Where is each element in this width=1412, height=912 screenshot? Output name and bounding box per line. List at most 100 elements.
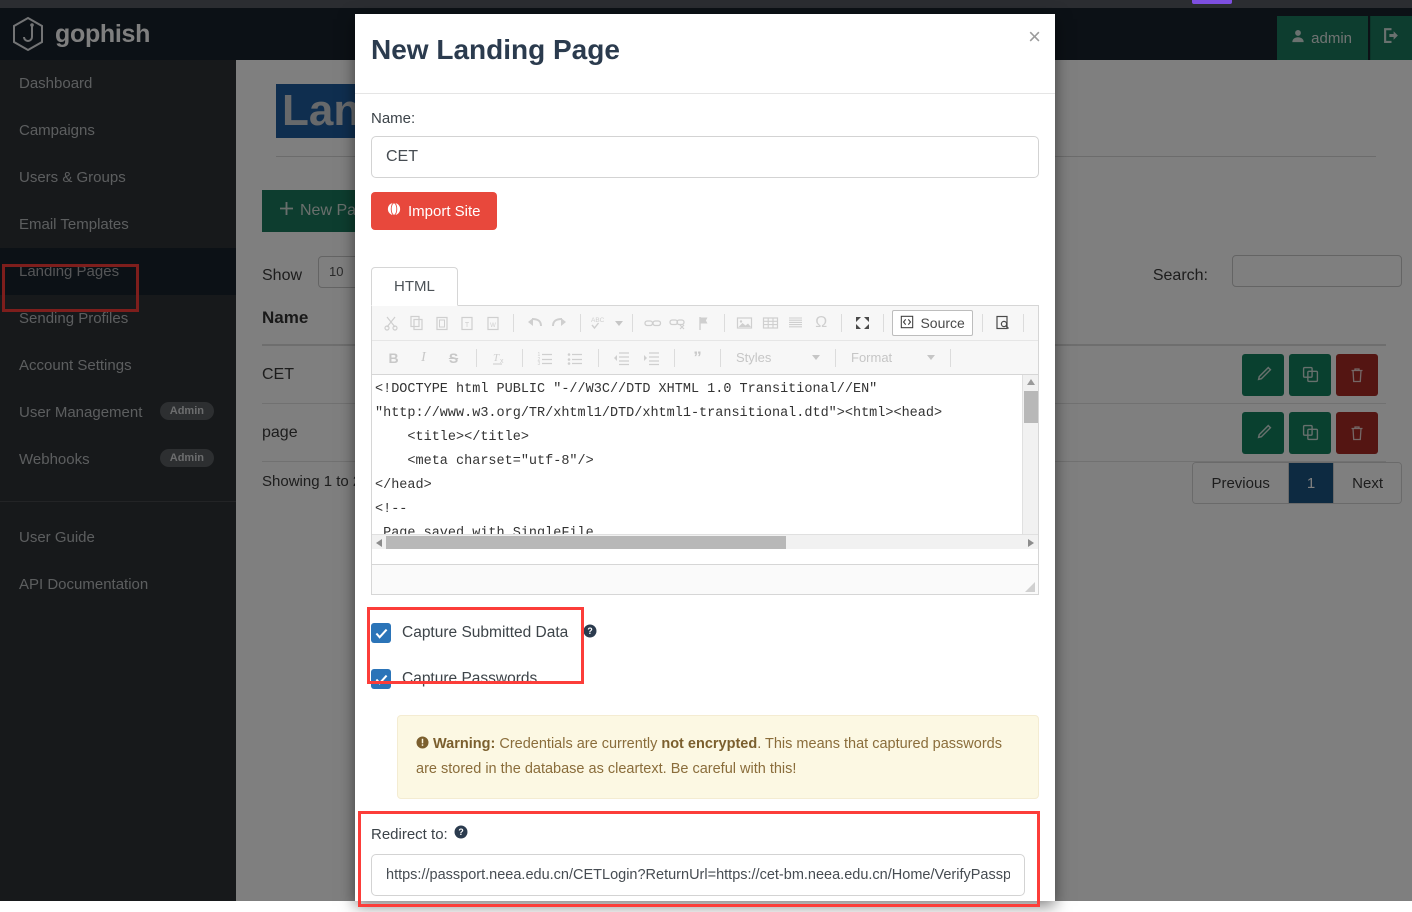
toolbar-row-2: B I S Tx 123 ” Styles Format — [372, 340, 1038, 374]
editor-tab-strip: HTML — [371, 266, 1039, 306]
paste-icon[interactable] — [431, 310, 453, 336]
toolbar-separator — [841, 314, 843, 332]
horizontal-scrollbar[interactable] — [372, 534, 1038, 549]
blockquote-icon[interactable]: ” — [684, 345, 711, 371]
resize-handle-icon[interactable] — [1023, 580, 1036, 593]
toolbar-row-1: T W ABC Ω Source — [372, 306, 1038, 340]
warning-text-part1: Credentials are currently — [495, 736, 662, 752]
warning-emphasis: not encrypted — [661, 736, 758, 752]
editor-toolbar: T W ABC Ω Source B I S T x 1 2 3 ” Style… — [371, 305, 1039, 375]
question-circle-icon[interactable]: ? — [454, 825, 468, 843]
toolbar-separator — [882, 314, 884, 332]
capture-options: Capture Submitted Data ? Capture Passwor… — [367, 607, 1039, 695]
styles-dropdown[interactable]: Styles — [730, 346, 826, 370]
paste-text-icon[interactable]: T — [456, 310, 478, 336]
toolbar-separator — [522, 348, 523, 367]
unlink-icon[interactable] — [667, 310, 689, 336]
horizontal-scroll-thumb[interactable] — [386, 536, 786, 549]
capture-submitted-data-row[interactable]: Capture Submitted Data ? — [371, 617, 1039, 649]
html-editor: HTML T W ABC Ω Source B I S T x 1 2 3 ” … — [371, 266, 1039, 595]
editor-footer — [371, 565, 1039, 595]
modal-header: New Landing Page × — [355, 14, 1055, 94]
svg-text:T: T — [465, 322, 470, 329]
redo-icon[interactable] — [548, 310, 570, 336]
import-site-button-label: Import Site — [408, 202, 481, 220]
toolbar-separator — [598, 348, 599, 367]
chevron-down-icon — [927, 355, 935, 360]
undo-icon[interactable] — [523, 310, 545, 336]
vertical-scrollbar[interactable] — [1022, 375, 1038, 549]
vertical-scroll-thumb[interactable] — [1024, 391, 1038, 423]
source-button-label: Source — [920, 315, 965, 331]
preview-icon[interactable] — [992, 310, 1014, 336]
svg-text:?: ? — [588, 626, 593, 636]
svg-text:W: W — [490, 323, 496, 329]
new-landing-page-modal: New Landing Page × Name: Import Site HTM… — [355, 14, 1055, 907]
outdent-icon[interactable] — [608, 345, 635, 371]
warning-prefix: Warning: — [433, 736, 496, 752]
close-icon[interactable]: × — [1028, 26, 1041, 48]
import-site-button[interactable]: Import Site — [371, 192, 497, 230]
special-char-icon[interactable]: Ω — [810, 310, 832, 336]
svg-text:?: ? — [458, 827, 463, 837]
scroll-right-icon[interactable] — [1028, 539, 1034, 547]
styles-dropdown-label: Styles — [736, 350, 772, 365]
toolbar-separator — [476, 348, 477, 367]
toolbar-separator — [513, 314, 514, 332]
toolbar-separator — [1023, 314, 1024, 332]
toolbar-separator — [674, 348, 675, 367]
capture-passwords-row[interactable]: Capture Passwords — [371, 663, 1039, 695]
capture-passwords-checkbox[interactable] — [371, 669, 391, 689]
toolbar-separator — [723, 314, 725, 332]
modal-title: New Landing Page — [371, 34, 620, 65]
cut-icon[interactable] — [380, 310, 402, 336]
capture-submitted-data-label: Capture Submitted Data — [402, 624, 569, 641]
name-input[interactable] — [371, 136, 1039, 178]
horizontal-rule-icon[interactable] — [785, 310, 807, 336]
spellcheck-icon[interactable]: ABC — [590, 310, 612, 336]
chevron-down-icon — [812, 355, 820, 360]
italic-icon[interactable]: I — [410, 345, 437, 371]
toolbar-separator — [981, 314, 983, 332]
indent-icon[interactable] — [638, 345, 665, 371]
numbered-list-icon[interactable]: 123 — [532, 345, 559, 371]
warning-box: Warning: Credentials are currently not e… — [397, 715, 1039, 799]
capture-submitted-data-checkbox[interactable] — [371, 623, 391, 643]
strikethrough-icon[interactable]: S — [440, 345, 467, 371]
tab-html[interactable]: HTML — [371, 267, 458, 306]
browser-chrome-strip — [0, 0, 1412, 8]
paste-word-icon[interactable]: W — [482, 310, 504, 336]
exclamation-circle-icon — [416, 736, 433, 752]
capture-passwords-label: Capture Passwords — [402, 670, 538, 687]
image-icon[interactable] — [734, 310, 756, 336]
redirect-label-row: Redirect to: ? — [371, 825, 1039, 843]
redirect-section: Redirect to: ? — [358, 811, 1040, 907]
redirect-label: Redirect to: — [371, 825, 448, 843]
format-dropdown[interactable]: Format — [845, 346, 941, 370]
scroll-up-icon[interactable] — [1027, 379, 1035, 385]
link-icon[interactable] — [642, 310, 664, 336]
chevron-down-icon[interactable] — [614, 320, 623, 326]
copy-icon[interactable] — [405, 310, 427, 336]
source-code-icon — [900, 315, 914, 332]
format-dropdown-label: Format — [851, 350, 893, 365]
question-circle-icon[interactable]: ? — [583, 624, 597, 643]
redirect-input[interactable] — [371, 854, 1025, 896]
browser-tab-indicator — [1192, 0, 1232, 4]
scroll-left-icon[interactable] — [376, 539, 382, 547]
maximize-icon[interactable] — [851, 310, 873, 336]
toolbar-separator — [631, 314, 633, 332]
table-icon[interactable] — [759, 310, 781, 336]
source-code-area[interactable]: <!DOCTYPE html PUBLIC "-//W3C//DTD XHTML… — [371, 375, 1039, 565]
bold-icon[interactable]: B — [380, 345, 407, 371]
bulleted-list-icon[interactable] — [562, 345, 589, 371]
svg-text:T: T — [493, 352, 500, 364]
source-button[interactable]: Source — [892, 310, 973, 336]
svg-text:3: 3 — [538, 361, 541, 366]
remove-format-icon[interactable]: Tx — [486, 345, 513, 371]
toolbar-separator — [950, 348, 951, 367]
anchor-flag-icon[interactable] — [693, 310, 715, 336]
source-code-text[interactable]: <!DOCTYPE html PUBLIC "-//W3C//DTD XHTML… — [372, 375, 1038, 549]
toolbar-separator — [835, 348, 836, 367]
name-label: Name: — [371, 110, 416, 127]
